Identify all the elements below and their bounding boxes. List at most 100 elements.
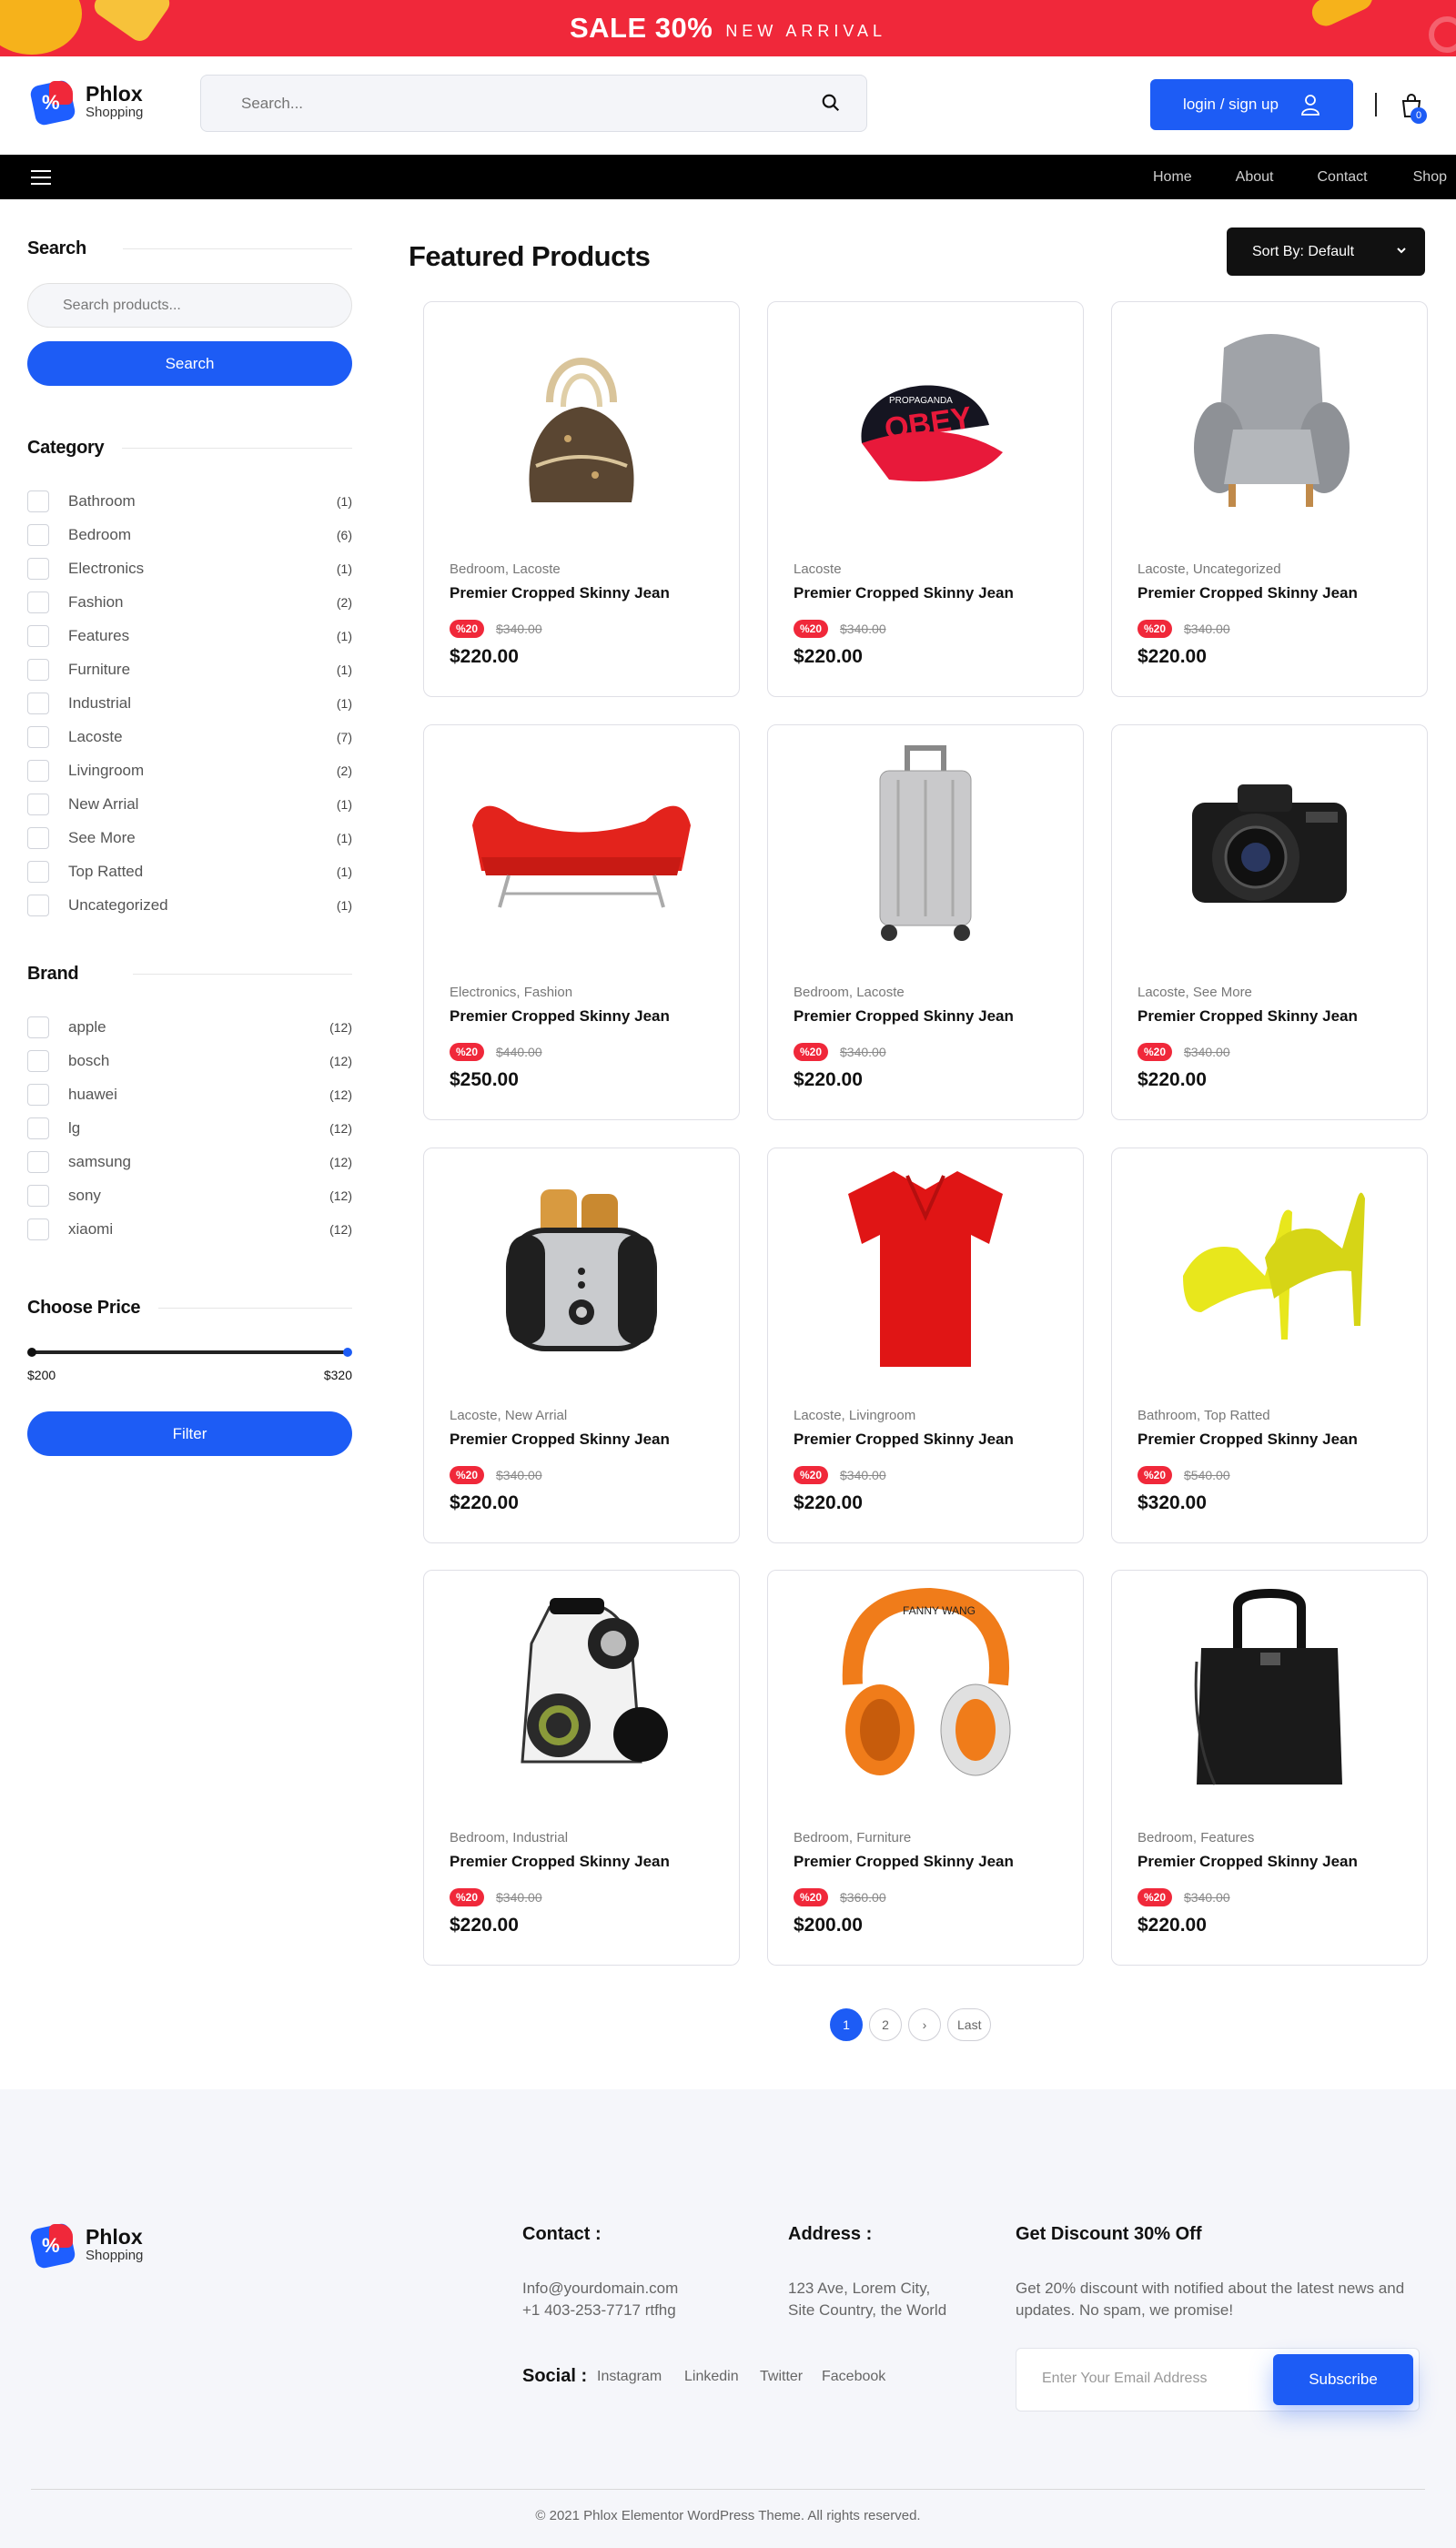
brand-item[interactable]: apple (12) — [27, 1010, 352, 1044]
product-name[interactable]: Premier Cropped Skinny Jean — [1138, 1853, 1358, 1871]
cap-icon[interactable]: OBEY PROPAGANDA — [768, 320, 1083, 521]
product-name[interactable]: Premier Cropped Skinny Jean — [1138, 1431, 1358, 1449]
last-page-button[interactable]: Last — [947, 2008, 992, 2041]
suitcase-icon[interactable] — [768, 743, 1083, 944]
product-categories[interactable]: Bedroom, Features — [1138, 1830, 1254, 1845]
sort-dropdown[interactable]: Sort By: Default — [1227, 228, 1425, 276]
product-name[interactable]: Premier Cropped Skinny Jean — [794, 1431, 1014, 1449]
product-name[interactable]: Premier Cropped Skinny Jean — [450, 584, 670, 602]
price-min-handle[interactable] — [27, 1348, 36, 1357]
heels-icon[interactable] — [1112, 1167, 1427, 1367]
product-categories[interactable]: Bedroom, Industrial — [450, 1830, 568, 1845]
product-categories[interactable]: Bedroom, Lacoste — [450, 561, 561, 577]
checkbox[interactable] — [27, 826, 49, 849]
category-item[interactable]: Fashion (2) — [27, 585, 352, 619]
checkbox[interactable] — [27, 1016, 49, 1038]
product-card[interactable]: Lacoste, See More Premier Cropped Skinny … — [1111, 724, 1428, 1120]
polo-shirt-icon[interactable] — [768, 1167, 1083, 1367]
sofa-icon[interactable] — [424, 743, 739, 944]
brand-item[interactable]: lg (12) — [27, 1111, 352, 1145]
product-name[interactable]: Premier Cropped Skinny Jean — [794, 1853, 1014, 1871]
price-max-handle[interactable] — [343, 1348, 352, 1357]
nav-link-about[interactable]: About — [1236, 169, 1274, 186]
brand-item[interactable]: bosch (12) — [27, 1044, 352, 1077]
category-item[interactable]: New Arrial (1) — [27, 787, 352, 821]
product-categories[interactable]: Bedroom, Furniture — [794, 1830, 911, 1845]
product-name[interactable]: Premier Cropped Skinny Jean — [794, 1007, 1014, 1026]
product-card[interactable]: Bedroom, Lacoste Premier Cropped Skinny J… — [423, 301, 740, 697]
product-categories[interactable]: Lacoste, Uncategorized — [1138, 561, 1281, 577]
search-icon[interactable] — [821, 93, 841, 113]
social-link-linkedin[interactable]: Linkedin — [684, 2367, 739, 2387]
nav-link-contact[interactable]: Contact — [1317, 169, 1367, 186]
product-card[interactable]: Bedroom, Lacoste Premier Cropped Skinny J… — [767, 724, 1084, 1120]
contact-email[interactable]: Info@yourdomain.com — [522, 2278, 678, 2300]
social-link-twitter[interactable]: Twitter — [760, 2367, 803, 2387]
brand-item[interactable]: xiaomi (12) — [27, 1212, 352, 1246]
nav-link-shop[interactable]: Shop — [1413, 169, 1447, 186]
checkbox[interactable] — [27, 624, 49, 647]
brand-item[interactable]: sony (12) — [27, 1178, 352, 1212]
header-search-input[interactable] — [201, 76, 784, 131]
checkbox[interactable] — [27, 490, 49, 512]
checkbox[interactable] — [27, 725, 49, 748]
product-card[interactable]: Lacoste, New Arrial Premier Cropped Skinn… — [423, 1148, 740, 1543]
contact-phone[interactable]: +1 403-253-7717 rtfhg — [522, 2300, 676, 2321]
handbag-icon[interactable] — [424, 320, 739, 521]
armchair-icon[interactable] — [1112, 320, 1427, 521]
brand-item[interactable]: huawei (12) — [27, 1077, 352, 1111]
checkbox[interactable] — [27, 591, 49, 613]
product-categories[interactable]: Bedroom, Lacoste — [794, 985, 905, 1000]
newsletter-email-input[interactable]: Enter Your Email Address — [1042, 2371, 1207, 2387]
category-item[interactable]: Electronics (1) — [27, 551, 352, 585]
next-page-button[interactable]: › — [908, 2008, 941, 2041]
category-item[interactable]: Bedroom (6) — [27, 518, 352, 551]
product-card[interactable]: Bedroom, Industrial Premier Cropped Skinn… — [423, 1570, 740, 1966]
product-card[interactable]: Bathroom, Top Ratted Premier Cropped Skin… — [1111, 1148, 1428, 1543]
checkbox[interactable] — [27, 1218, 49, 1240]
toaster-icon[interactable] — [424, 1167, 739, 1367]
checkbox[interactable] — [27, 1083, 49, 1106]
product-name[interactable]: Premier Cropped Skinny Jean — [450, 1431, 670, 1449]
checkbox[interactable] — [27, 692, 49, 714]
product-categories[interactable]: Lacoste, See More — [1138, 985, 1252, 1000]
sidebar-search-button[interactable]: Search — [27, 341, 352, 386]
checkbox[interactable] — [27, 1184, 49, 1207]
checkbox[interactable] — [27, 1049, 49, 1072]
headphones-icon[interactable]: FANNY WANG — [768, 1587, 1083, 1789]
product-categories[interactable]: Bathroom, Top Ratted — [1138, 1408, 1270, 1423]
checkbox[interactable] — [27, 1117, 49, 1139]
filter-button[interactable]: Filter — [27, 1411, 352, 1456]
product-card[interactable]: OBEY PROPAGANDA Lacoste Premier Cropped Ski… — [767, 301, 1084, 697]
checkbox[interactable] — [27, 557, 49, 580]
tote-bag-icon[interactable] — [1112, 1589, 1427, 1789]
product-card[interactable]: Electronics, Fashion Premier Cropped Skin… — [423, 724, 740, 1120]
checkbox[interactable] — [27, 894, 49, 916]
product-categories[interactable]: Lacoste, Livingroom — [794, 1408, 915, 1423]
category-item[interactable]: Lacoste (7) — [27, 720, 352, 753]
product-card[interactable]: FANNY WANG Bedroom, Furniture Premier Crop… — [767, 1570, 1084, 1966]
category-item[interactable]: Industrial (1) — [27, 686, 352, 720]
category-item[interactable]: Features (1) — [27, 619, 352, 652]
social-link-facebook[interactable]: Facebook — [822, 2367, 885, 2387]
category-item[interactable]: Uncategorized (1) — [27, 888, 352, 922]
category-item[interactable]: Livingroom (2) — [27, 753, 352, 787]
product-name[interactable]: Premier Cropped Skinny Jean — [1138, 1007, 1358, 1026]
camera-icon[interactable] — [1112, 743, 1427, 944]
brand-item[interactable]: samsung (12) — [27, 1145, 352, 1178]
subscribe-button[interactable]: Subscribe — [1273, 2354, 1413, 2405]
page-2-button[interactable]: 2 — [869, 2008, 902, 2041]
product-card[interactable]: Lacoste, Livingroom Premier Cropped Skinn… — [767, 1148, 1084, 1543]
category-item[interactable]: Top Ratted (1) — [27, 854, 352, 888]
logo[interactable]: % Phlox Shopping — [28, 78, 143, 127]
checkbox[interactable] — [27, 860, 49, 883]
category-item[interactable]: Furniture (1) — [27, 652, 352, 686]
footer-logo[interactable]: % Phlox Shopping — [28, 2221, 143, 2270]
checkbox[interactable] — [27, 523, 49, 546]
checkbox[interactable] — [27, 1150, 49, 1173]
checkbox[interactable] — [27, 759, 49, 782]
page-1-button[interactable]: 1 — [830, 2008, 863, 2041]
category-item[interactable]: See More (1) — [27, 821, 352, 854]
product-name[interactable]: Premier Cropped Skinny Jean — [450, 1853, 670, 1871]
product-card[interactable]: Bedroom, Features Premier Cropped Skinny … — [1111, 1570, 1428, 1966]
